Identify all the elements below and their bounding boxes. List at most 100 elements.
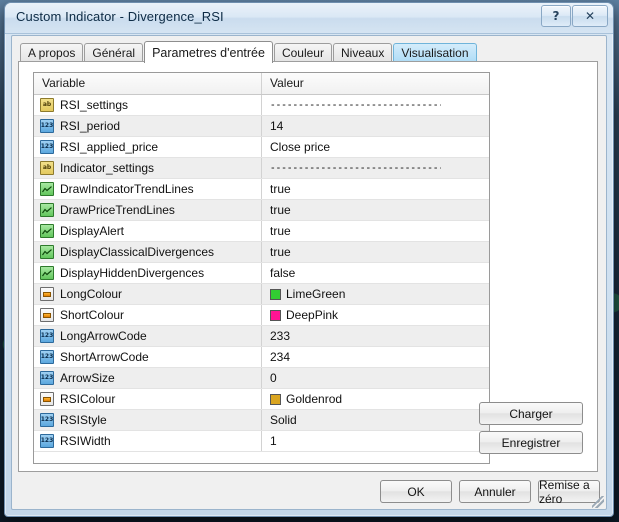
value-text: 14 bbox=[270, 119, 283, 133]
table-row[interactable]: abIndicator_settings--------------------… bbox=[34, 158, 489, 179]
value-cell[interactable]: 233 bbox=[262, 326, 489, 346]
variable-cell[interactable]: 123 ShortArrowCode bbox=[34, 347, 262, 367]
value-cell[interactable]: Goldenrod bbox=[262, 389, 489, 409]
title-bar[interactable]: Custom Indicator - Divergence_RSI ? ✕ bbox=[5, 3, 613, 34]
value-cell[interactable]: true bbox=[262, 221, 489, 241]
variable-name: RSIColour bbox=[60, 392, 115, 406]
variable-cell[interactable]: DisplayClassicalDivergences bbox=[34, 242, 262, 262]
variable-cell[interactable]: RSIColour bbox=[34, 389, 262, 409]
value-cell[interactable]: LimeGreen bbox=[262, 284, 489, 304]
variable-cell[interactable]: 123RSI_period bbox=[34, 116, 262, 136]
table-row[interactable]: DrawPriceTrendLinestrue bbox=[34, 200, 489, 221]
color-type-icon bbox=[40, 308, 54, 322]
value-cell[interactable]: ----------------------------------------… bbox=[262, 95, 489, 115]
value-cell[interactable]: DeepPink bbox=[262, 305, 489, 325]
value-text: Close price bbox=[270, 140, 330, 154]
value-text: Solid bbox=[270, 413, 297, 427]
variable-cell[interactable]: LongColour bbox=[34, 284, 262, 304]
variable-cell[interactable]: DrawIndicatorTrendLines bbox=[34, 179, 262, 199]
table-row[interactable]: 123 RSI_applied_price Close price bbox=[34, 137, 489, 158]
variable-name: RSI_applied_price bbox=[60, 140, 158, 154]
value-text: true bbox=[270, 245, 291, 259]
ok-button[interactable]: OK bbox=[380, 480, 452, 503]
value-cell[interactable]: 234 bbox=[262, 347, 489, 367]
table-row[interactable]: abRSI_settings--------------------------… bbox=[34, 95, 489, 116]
tab-niveaux[interactable]: Niveaux bbox=[333, 43, 392, 62]
variable-cell[interactable]: DisplayHiddenDivergences bbox=[34, 263, 262, 283]
value-cell[interactable]: true bbox=[262, 179, 489, 199]
save-button[interactable]: Enregistrer bbox=[479, 431, 583, 454]
tab-couleur[interactable]: Couleur bbox=[274, 43, 332, 62]
number-type-icon: 123 bbox=[40, 350, 54, 364]
column-header-variable[interactable]: Variable bbox=[34, 73, 262, 94]
variable-cell[interactable]: ShortColour bbox=[34, 305, 262, 325]
table-row[interactable]: ShortColour DeepPink bbox=[34, 305, 489, 326]
reset-button[interactable]: Remise a zéro bbox=[538, 480, 600, 503]
load-button[interactable]: Charger bbox=[479, 402, 583, 425]
variable-cell[interactable]: 123ArrowSize bbox=[34, 368, 262, 388]
variable-cell[interactable]: abIndicator_settings bbox=[34, 158, 262, 178]
value-cell[interactable]: false bbox=[262, 263, 489, 283]
table-row[interactable]: 123RSI_period 14 bbox=[34, 116, 489, 137]
tab-label: A propos bbox=[28, 46, 75, 60]
variable-name: ShortArrowCode bbox=[60, 350, 149, 364]
dialog-button-bar: OK Annuler Remise a zéro bbox=[12, 476, 606, 509]
grid-body: abRSI_settings--------------------------… bbox=[34, 95, 489, 452]
variable-cell[interactable]: DisplayAlert bbox=[34, 221, 262, 241]
value-text: LimeGreen bbox=[286, 287, 345, 301]
value-cell[interactable]: Solid bbox=[262, 410, 489, 430]
variable-cell[interactable]: 123RSIStyle bbox=[34, 410, 262, 430]
tab-a-propos[interactable]: A propos bbox=[20, 43, 83, 62]
value-cell[interactable]: 1 bbox=[262, 431, 489, 451]
parameters-grid[interactable]: Variable Valeur abRSI_settings----------… bbox=[33, 72, 490, 464]
value-cell[interactable]: ----------------------------------------… bbox=[262, 158, 489, 178]
table-row[interactable]: 123RSIWidth1 bbox=[34, 431, 489, 452]
tab-page-parametres-d-entree: Variable Valeur abRSI_settings----------… bbox=[18, 61, 598, 472]
color-swatch bbox=[270, 310, 281, 321]
variable-cell[interactable]: 123RSIWidth bbox=[34, 431, 262, 451]
close-button[interactable]: ✕ bbox=[572, 5, 608, 27]
table-row[interactable]: LongColour LimeGreen bbox=[34, 284, 489, 305]
value-cell[interactable]: 14 bbox=[262, 116, 489, 136]
table-row[interactable]: 123RSIStyle Solid bbox=[34, 410, 489, 431]
variable-name: ShortColour bbox=[60, 308, 124, 322]
color-type-icon bbox=[40, 287, 54, 301]
value-cell[interactable]: true bbox=[262, 242, 489, 262]
tab-parametres-d-entree[interactable]: Parametres d'entrée bbox=[144, 41, 273, 63]
table-row[interactable]: DisplayClassicalDivergences true bbox=[34, 242, 489, 263]
variable-name: DisplayHiddenDivergences bbox=[60, 266, 204, 280]
tab-label: Général bbox=[92, 46, 135, 60]
variable-name: RSI_period bbox=[60, 119, 120, 133]
variable-cell[interactable]: DrawPriceTrendLines bbox=[34, 200, 262, 220]
color-swatch bbox=[270, 289, 281, 300]
variable-name: DrawIndicatorTrendLines bbox=[60, 182, 194, 196]
value-cell[interactable]: Close price bbox=[262, 137, 489, 157]
variable-name: RSIStyle bbox=[60, 413, 107, 427]
column-header-valeur[interactable]: Valeur bbox=[262, 73, 489, 94]
variable-cell[interactable]: abRSI_settings bbox=[34, 95, 262, 115]
bool-type-icon bbox=[40, 266, 54, 280]
value-text: 234 bbox=[270, 350, 290, 364]
number-type-icon: 123 bbox=[40, 140, 54, 154]
resize-grip[interactable] bbox=[592, 496, 604, 508]
cancel-button[interactable]: Annuler bbox=[459, 480, 531, 503]
table-row[interactable]: DisplayHiddenDivergences false bbox=[34, 263, 489, 284]
table-row[interactable]: 123LongArrowCode233 bbox=[34, 326, 489, 347]
variable-cell[interactable]: 123LongArrowCode bbox=[34, 326, 262, 346]
variable-name: DisplayAlert bbox=[60, 224, 124, 238]
table-row[interactable]: DrawIndicatorTrendLines true bbox=[34, 179, 489, 200]
table-row[interactable]: DisplayAlert true bbox=[34, 221, 489, 242]
value-cell[interactable]: true bbox=[262, 200, 489, 220]
table-row[interactable]: 123 ShortArrowCode 234 bbox=[34, 347, 489, 368]
table-row[interactable]: RSIColour Goldenrod bbox=[34, 389, 489, 410]
number-type-icon: 123 bbox=[40, 329, 54, 343]
variable-name: Indicator_settings bbox=[60, 161, 154, 175]
help-button[interactable]: ? bbox=[541, 5, 571, 27]
table-row[interactable]: 123ArrowSize0 bbox=[34, 368, 489, 389]
variable-cell[interactable]: 123 RSI_applied_price bbox=[34, 137, 262, 157]
tab-visualisation[interactable]: Visualisation bbox=[393, 43, 476, 62]
dialog-client-area: A propos Général Parametres d'entrée Cou… bbox=[11, 35, 607, 510]
custom-indicator-dialog: Custom Indicator - Divergence_RSI ? ✕ A … bbox=[4, 2, 614, 517]
value-cell[interactable]: 0 bbox=[262, 368, 489, 388]
tab-general[interactable]: Général bbox=[84, 43, 143, 62]
